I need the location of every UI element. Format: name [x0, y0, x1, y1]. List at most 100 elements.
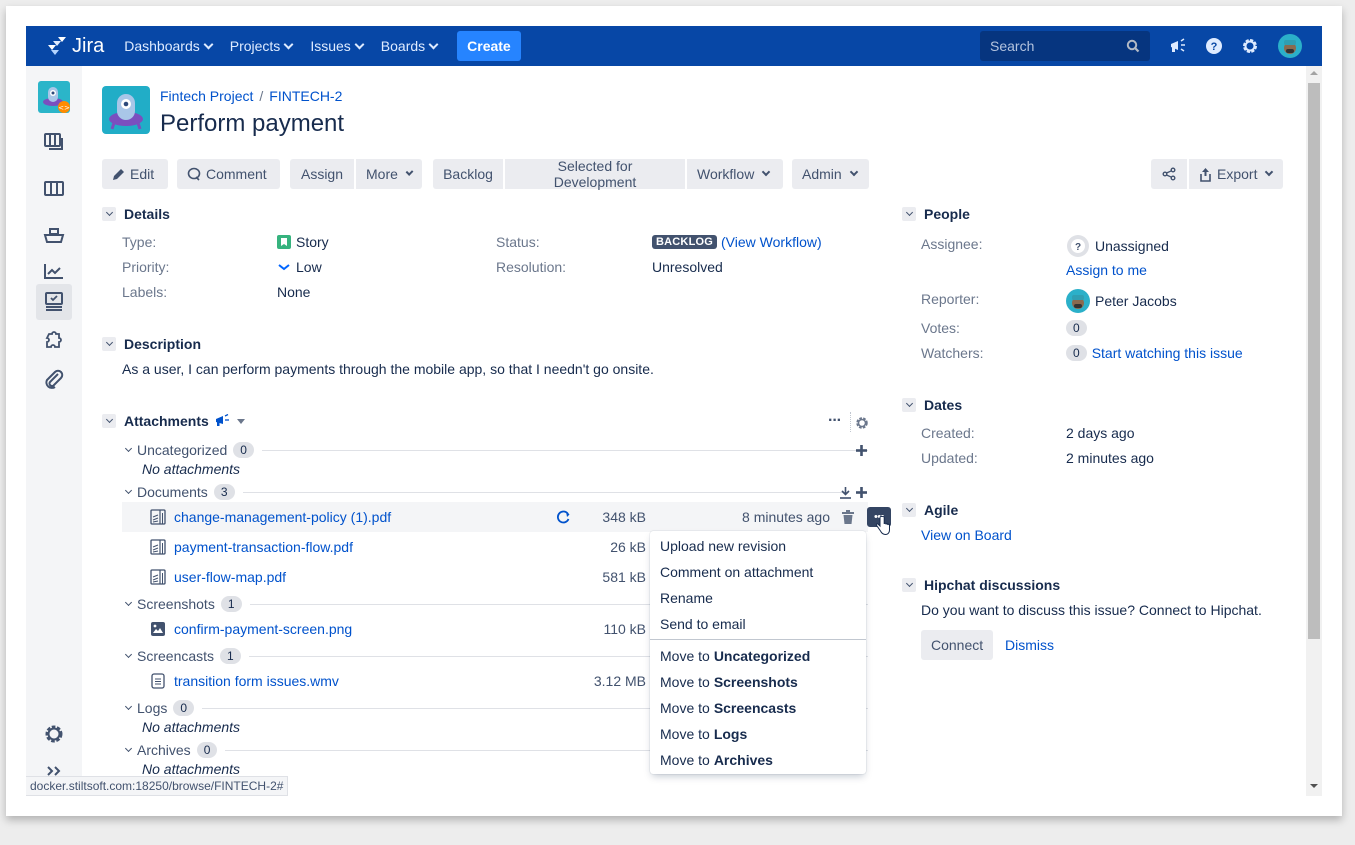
attachments-more-icon[interactable]: ···	[828, 412, 842, 430]
breadcrumb-separator: /	[259, 88, 264, 104]
hipchat-heading: Hipchat discussions	[924, 577, 1061, 593]
scroll-down-arrow-icon[interactable]	[1310, 784, 1318, 788]
collapse-toggle-icon[interactable]	[902, 503, 916, 517]
view-on-board-link[interactable]: View on Board	[921, 527, 1012, 543]
menu-item-move-to-screenshots[interactable]: Move to Screenshots	[650, 669, 866, 695]
scroll-up-arrow-icon[interactable]	[1310, 71, 1318, 75]
attachments-dropdown-icon[interactable]	[236, 418, 245, 424]
attachment-link[interactable]: user-flow-map.pdf	[174, 569, 286, 585]
workflow-button[interactable]: Workflow	[687, 159, 783, 189]
nav-dashboards[interactable]: Dashboards	[124, 38, 214, 54]
description-module-header[interactable]: Description	[102, 336, 201, 352]
description-text[interactable]: As a user, I can perform payments throug…	[122, 361, 654, 377]
menu-item-move-to-logs[interactable]: Move to Logs	[650, 721, 866, 747]
category-uncategorized[interactable]: Uncategorized 0	[124, 441, 868, 459]
collapse-toggle-icon[interactable]	[102, 414, 116, 428]
create-button[interactable]: Create	[457, 31, 521, 61]
project-avatar[interactable]: <>	[38, 81, 70, 113]
collapse-toggle-icon[interactable]	[902, 578, 916, 592]
selected-for-development-button[interactable]: Selected for Development	[505, 158, 685, 190]
attachments-module-header[interactable]: Attachments	[102, 413, 245, 429]
dismiss-link[interactable]: Dismiss	[1005, 637, 1054, 653]
collapse-toggle-icon[interactable]	[102, 207, 116, 221]
sidebar-issues-icon[interactable]	[36, 284, 72, 320]
agile-module-header[interactable]: Agile	[902, 502, 958, 518]
collapse-toggle-icon[interactable]	[902, 207, 916, 221]
assign-button[interactable]: Assign	[290, 159, 354, 189]
megaphone-icon[interactable]	[215, 414, 231, 428]
sidebar-settings-gear-icon[interactable]	[36, 716, 72, 752]
category-name: Documents	[137, 484, 208, 500]
nav-projects[interactable]: Projects	[230, 38, 294, 54]
help-icon[interactable]: ?	[1204, 36, 1224, 56]
unassigned-avatar-icon: ?	[1067, 235, 1089, 257]
type-value-text: Story	[296, 234, 329, 250]
revision-refresh-icon[interactable]	[556, 510, 572, 524]
attachment-link[interactable]: transition form issues.wmv	[174, 673, 339, 689]
search-input[interactable]	[990, 38, 1120, 54]
watchers-badge[interactable]: 0	[1066, 345, 1087, 361]
reporter-value[interactable]: Peter Jacobs	[1066, 289, 1177, 313]
notifications-megaphone-icon[interactable]	[1168, 36, 1188, 56]
breadcrumb-project-link[interactable]: Fintech Project	[160, 88, 253, 104]
sidebar-backlog-icon[interactable]	[36, 124, 72, 160]
start-watching-link[interactable]: Start watching this issue	[1092, 345, 1243, 361]
menu-item-move-to-screencasts[interactable]: Move to Screencasts	[650, 695, 866, 721]
export-button[interactable]: Export	[1189, 159, 1283, 189]
sidebar-attachments-paperclip-icon[interactable]	[36, 361, 72, 397]
scrollbar-thumb[interactable]	[1308, 83, 1320, 639]
assign-to-me-link[interactable]: Assign to me	[1066, 262, 1147, 278]
sidebar-addons-puzzle-icon[interactable]	[36, 323, 72, 359]
description-heading: Description	[124, 336, 202, 352]
dates-heading: Dates	[924, 397, 963, 413]
attachment-link[interactable]: confirm-payment-screen.png	[174, 621, 352, 637]
project-avatar-large[interactable]	[102, 86, 150, 134]
page-scrollbar[interactable]	[1306, 66, 1322, 796]
nav-boards[interactable]: Boards	[381, 38, 439, 54]
hipchat-module-header[interactable]: Hipchat discussions	[902, 577, 1060, 593]
sidebar-board-icon[interactable]	[36, 171, 72, 207]
add-attachment-plus-icon[interactable]	[856, 445, 867, 456]
menu-item-move-to-archives[interactable]: Move to Archives	[650, 747, 866, 773]
attachment-size: 3.12 MB	[593, 673, 646, 689]
people-module-header[interactable]: People	[902, 206, 970, 222]
jira-logo[interactable]: Jira	[46, 35, 104, 58]
dates-module-header[interactable]: Dates	[902, 397, 962, 413]
collapse-toggle-icon[interactable]	[102, 337, 116, 351]
status-label: Status:	[496, 234, 540, 250]
share-button[interactable]	[1151, 159, 1187, 189]
menu-item-comment-on-attachment[interactable]: Comment on attachment	[650, 559, 866, 585]
search-icon[interactable]	[1126, 39, 1140, 53]
menu-item-rename[interactable]: Rename	[650, 585, 866, 611]
more-button[interactable]: More	[356, 159, 422, 189]
settings-gear-icon[interactable]	[1240, 36, 1260, 56]
delete-trash-icon[interactable]	[842, 510, 854, 524]
sidebar-releases-ship-icon[interactable]	[36, 218, 72, 254]
move-target: Uncategorized	[713, 648, 811, 664]
menu-item-send-to-email[interactable]: Send to email	[650, 611, 866, 637]
details-module-header[interactable]: Details	[102, 206, 170, 222]
user-avatar[interactable]	[1278, 34, 1302, 58]
workflow-group: Backlog Selected for Development Workflo…	[433, 158, 783, 190]
breadcrumb-issue-link[interactable]: FINTECH-2	[269, 88, 342, 104]
labels-value: None	[277, 284, 311, 300]
view-workflow-link[interactable]: (View Workflow)	[721, 234, 822, 250]
menu-item-upload-new-revision[interactable]: Upload new revision	[650, 533, 866, 559]
add-attachment-plus-icon[interactable]	[856, 487, 867, 498]
admin-button[interactable]: Admin	[792, 159, 869, 189]
edit-button[interactable]: Edit	[102, 159, 168, 189]
nav-issues[interactable]: Issues	[310, 38, 365, 54]
attachments-settings-gear-icon[interactable]	[855, 416, 869, 430]
connect-button[interactable]: Connect	[921, 630, 993, 660]
attachment-row[interactable]: change-management-policy (1).pdf 348 kB …	[122, 502, 891, 536]
reporter-label: Reporter:	[921, 291, 980, 307]
category-documents[interactable]: Documents 3	[124, 483, 868, 501]
backlog-transition-button[interactable]: Backlog	[433, 159, 503, 189]
download-all-icon[interactable]	[840, 487, 851, 499]
attachment-link[interactable]: payment-transaction-flow.pdf	[174, 539, 353, 555]
attachment-link[interactable]: change-management-policy (1).pdf	[174, 509, 391, 525]
menu-item-move-to-uncategorized[interactable]: Move to Uncategorized	[650, 643, 866, 669]
collapse-toggle-icon[interactable]	[902, 398, 916, 412]
comment-button[interactable]: Comment	[177, 159, 280, 189]
votes-value[interactable]: 0	[1066, 320, 1087, 336]
